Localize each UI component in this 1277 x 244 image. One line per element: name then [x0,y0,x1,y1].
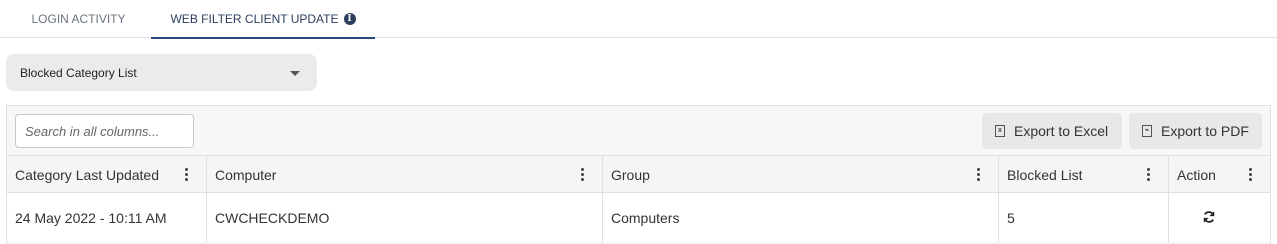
column-header-category-last-updated[interactable]: Category Last Updated [7,156,207,193]
column-header-label: Action [1177,166,1216,183]
report-select[interactable]: Blocked Category List [6,54,317,91]
column-header-group[interactable]: Group [603,156,999,193]
tab-web-filter-client-update[interactable]: WEB FILTER CLIENT UPDATE i [151,0,375,39]
column-menu-icon[interactable] [1147,168,1150,181]
info-icon[interactable]: i [343,13,356,25]
column-header-action[interactable]: Action [1169,156,1270,193]
table-row[interactable]: 24 May 2022 - 10:11 AM CWCHECKDEMO Compu… [7,193,1270,242]
excel-file-icon: x [995,125,1005,137]
column-header-label: Group [611,166,650,183]
export-excel-label: Export to Excel [1014,123,1109,139]
tab-label: LOGIN ACTIVITY [31,12,126,26]
grid-toolbar: x Export to Excel ⌁ Export to PDF [7,106,1270,156]
export-pdf-button[interactable]: ⌁ Export to PDF [1129,113,1262,149]
grid-header: Category Last Updated Computer Group Blo… [7,156,1270,193]
tab-bar: LOGIN ACTIVITY WEB FILTER CLIENT UPDATE … [0,0,1277,39]
refresh-icon[interactable] [1202,210,1216,224]
cell-computer: CWCHECKDEMO [207,193,603,242]
export-excel-button[interactable]: x Export to Excel [982,113,1122,149]
column-header-computer[interactable]: Computer [207,156,603,193]
column-menu-icon[interactable] [977,168,980,181]
column-menu-icon[interactable] [581,168,584,181]
pdf-file-icon: ⌁ [1142,125,1152,137]
caret-down-icon [290,71,300,76]
column-header-label: Category Last Updated [15,166,159,183]
column-menu-icon[interactable] [185,168,188,181]
cell-group: Computers [603,193,999,242]
column-menu-icon[interactable] [1249,168,1252,181]
tab-label: WEB FILTER CLIENT UPDATE [170,12,339,26]
report-select-value: Blocked Category List [20,65,137,80]
column-header-label: Computer [215,166,277,183]
cell-blocked-list: 5 [999,193,1169,242]
column-header-label: Blocked List [1007,166,1083,183]
cell-action [1169,193,1270,242]
export-pdf-label: Export to PDF [1161,123,1249,139]
tab-login-activity[interactable]: LOGIN ACTIVITY [12,0,145,38]
cell-category-last-updated: 24 May 2022 - 10:11 AM [7,193,207,242]
data-grid: x Export to Excel ⌁ Export to PDF Catego… [6,105,1271,244]
search-input[interactable] [15,114,194,148]
column-header-blocked-list[interactable]: Blocked List [999,156,1169,193]
